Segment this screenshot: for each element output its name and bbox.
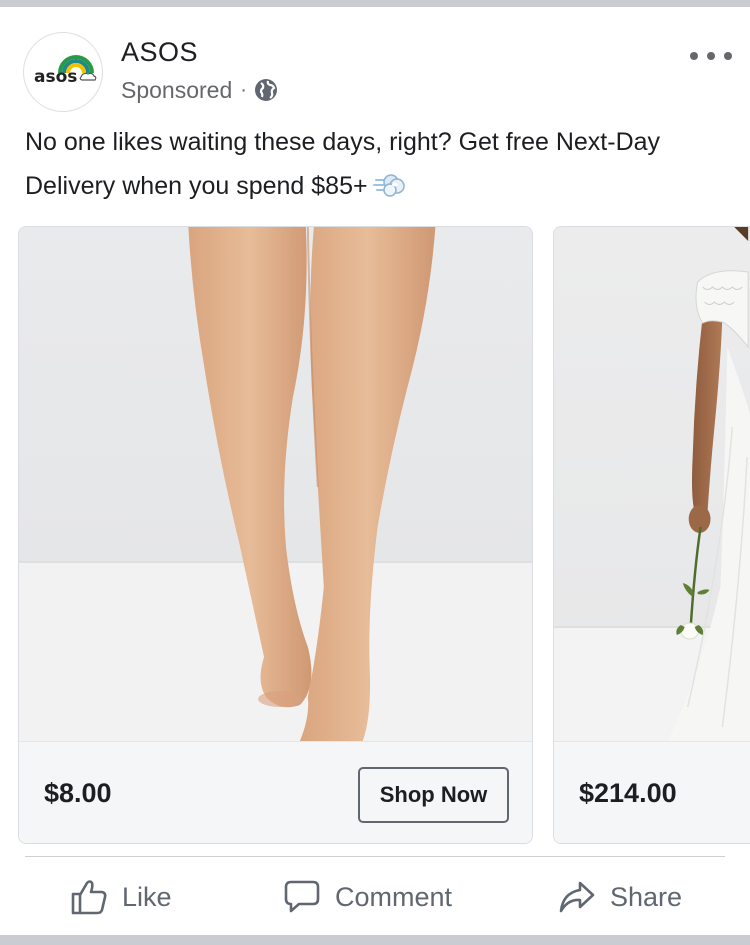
like-button[interactable]: Like [70,874,172,920]
product-price: $8.00 [44,778,112,808]
feed-separator-top [0,0,750,7]
post-text: No one likes waiting these days, right? … [25,120,725,208]
comment-button[interactable]: Comment [283,874,452,920]
post-meta: Sponsored · [121,75,278,105]
post-message: No one likes waiting these days, right? … [25,128,661,200]
more-dot-icon [724,52,732,60]
asos-logo: asos [34,55,97,87]
more-options-button[interactable] [690,45,732,67]
meta-separator: · [240,78,247,101]
comment-label: Comment [335,881,453,912]
thumbs-up-icon [71,880,107,915]
feed-separator-bottom [0,935,750,945]
share-button[interactable]: Share [558,874,682,920]
sponsored-label[interactable]: Sponsored [121,77,232,104]
like-label: Like [122,881,172,912]
product-image-bride[interactable] [554,227,750,741]
page-name[interactable]: ASOS [121,37,198,68]
svg-text:asos: asos [34,67,77,87]
page-avatar[interactable]: asos [23,32,103,112]
card-footer: $8.00 Shop Now [19,741,532,843]
more-dot-icon [707,52,715,60]
comment-bubble-icon [284,880,320,913]
post-header: asos ASOS Sponsored · [0,7,750,117]
post-actions: Like Comment Share [0,860,750,932]
actions-divider [25,856,725,857]
share-arrow-icon [559,881,595,913]
product-price: $214.00 [579,778,677,808]
card-footer: $214.00 [554,741,750,843]
dashing-away-emoji-icon [372,174,405,197]
share-label: Share [610,881,683,912]
shop-now-button[interactable]: Shop Now [358,767,509,823]
carousel-card[interactable]: $214.00 [553,226,750,844]
carousel-card[interactable]: $8.00 Shop Now [18,226,533,844]
product-image-legs[interactable] [19,227,532,741]
globe-icon[interactable] [254,78,278,102]
more-dot-icon [690,52,698,60]
